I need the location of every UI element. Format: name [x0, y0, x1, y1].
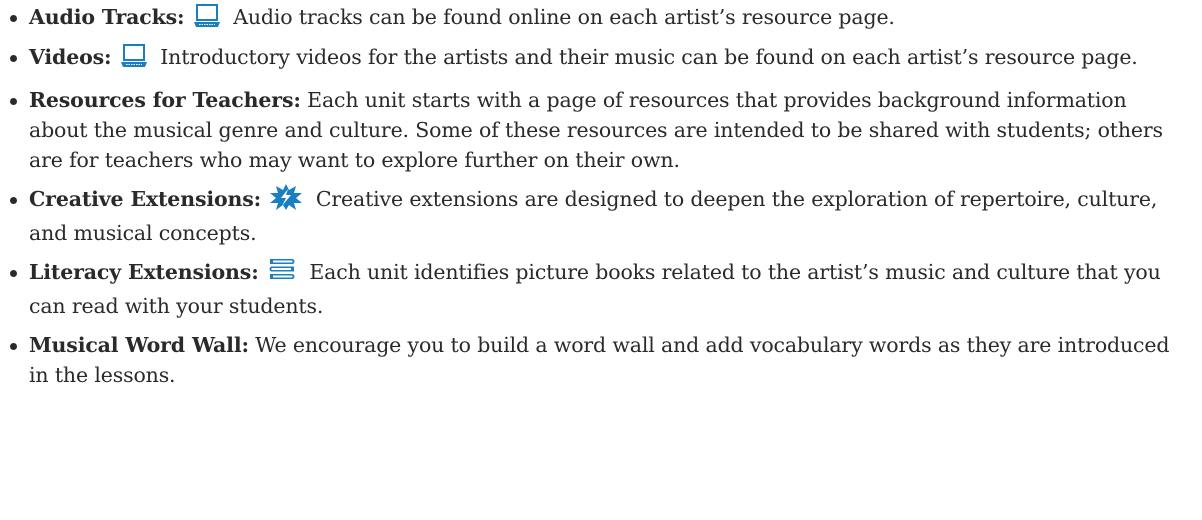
- bullet-icon: [10, 55, 17, 62]
- list-item-resources-for-teachers: Resources for Teachers: Each unit starts…: [10, 85, 1190, 175]
- list-item-literacy-extensions: Literacy Extensions: Each unit identifie…: [10, 257, 1190, 321]
- bullet-icon: [10, 343, 17, 350]
- list-item-audio-tracks: Audio Tracks: Audio tracks can be found …: [10, 2, 1190, 36]
- item-label: Audio Tracks:: [29, 5, 185, 29]
- bullet-icon: [10, 98, 17, 105]
- laptop-icon: [193, 4, 221, 36]
- bullet-icon: [10, 15, 17, 22]
- list-item-videos: Videos: Introductory videos for the arti…: [10, 42, 1190, 76]
- item-text: Audio tracks can be found online on each…: [233, 5, 895, 29]
- bullet-icon: [10, 197, 17, 204]
- resources-bullet-list: Audio Tracks: Audio tracks can be found …: [10, 2, 1190, 399]
- laptop-icon: [120, 44, 148, 76]
- list-item-creative-extensions: Creative Extensions: Creative extensions…: [10, 184, 1190, 248]
- item-label: Literacy Extensions:: [29, 260, 259, 284]
- item-label: Musical Word Wall:: [29, 333, 249, 357]
- item-text: Introductory videos for the artists and …: [160, 45, 1138, 69]
- item-label: Resources for Teachers:: [29, 88, 301, 112]
- lightning-burst-icon: [269, 184, 303, 218]
- document-page: Audio Tracks: Audio tracks can be found …: [0, 0, 1202, 520]
- item-label: Creative Extensions:: [29, 187, 262, 211]
- item-label: Videos:: [29, 45, 112, 69]
- bullet-icon: [10, 270, 17, 277]
- list-item-musical-word-wall: Musical Word Wall: We encourage you to b…: [10, 330, 1190, 390]
- books-icon: [267, 257, 297, 291]
